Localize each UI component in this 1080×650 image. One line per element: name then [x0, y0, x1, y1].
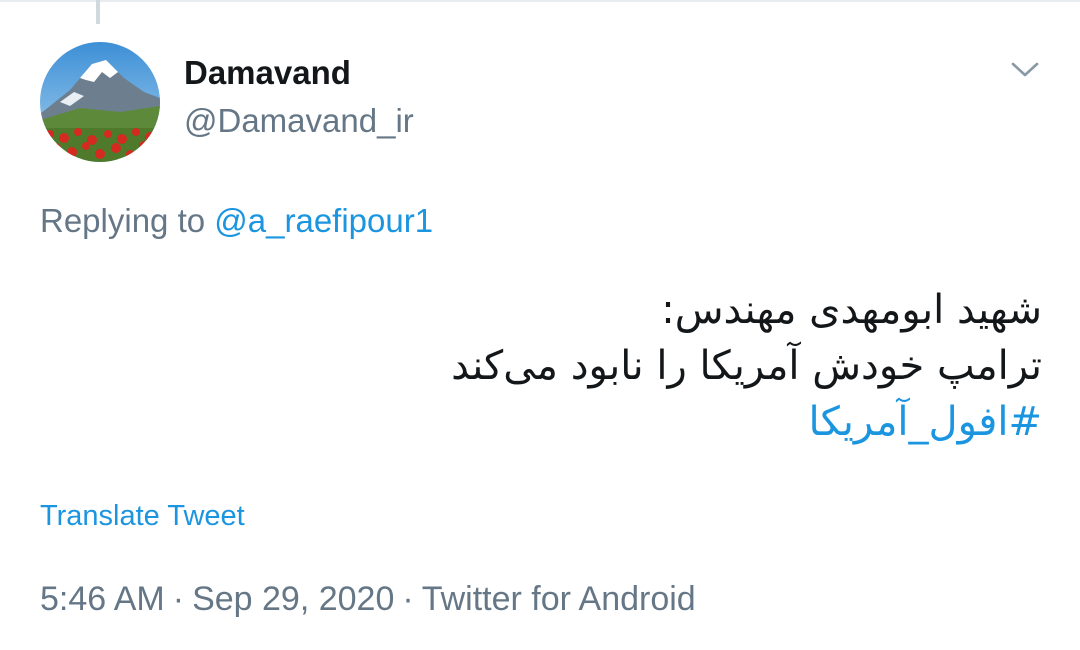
- avatar-mountain-image: [40, 42, 160, 162]
- chevron-down-icon: [1011, 62, 1039, 77]
- tweet-menu-button[interactable]: [1003, 52, 1047, 88]
- tweet-text-line-1: شهید ابومهدی مهندس:: [661, 287, 1042, 333]
- avatar[interactable]: [40, 42, 160, 162]
- tweet-time[interactable]: 5:46 AM: [40, 580, 165, 618]
- author-display-name[interactable]: Damavand: [184, 54, 351, 92]
- translate-tweet-link[interactable]: Translate Tweet: [40, 500, 245, 533]
- top-divider: [0, 0, 1080, 2]
- tweet-text: شهید ابومهدی مهندس: ترامپ خودش آمریکا را…: [142, 282, 1042, 450]
- thread-connector-line: [96, 0, 100, 24]
- author-handle[interactable]: @Damavand_ir: [184, 102, 414, 140]
- separator-dot: ·: [172, 580, 185, 618]
- tweet-detail-view: Damavand @Damavand_ir Replying to @a_rae…: [0, 0, 1080, 650]
- tweet-source[interactable]: Twitter for Android: [422, 580, 696, 618]
- replying-to-line: Replying to @a_raefipour1: [40, 202, 433, 240]
- separator-dot: ·: [402, 580, 414, 618]
- tweet-text-line-2: ترامپ خودش آمریکا را نابود می‌کند: [451, 343, 1042, 389]
- replying-to-prefix: Replying to: [40, 202, 206, 239]
- tweet-date[interactable]: Sep 29, 2020: [192, 580, 394, 618]
- tweet-metadata: 5:46 AM · Sep 29, 2020 · Twitter for Android: [40, 580, 696, 619]
- hashtag-link[interactable]: #افول_آمریکا: [142, 394, 1043, 450]
- replying-to-handle-link[interactable]: @a_raefipour1: [214, 202, 433, 239]
